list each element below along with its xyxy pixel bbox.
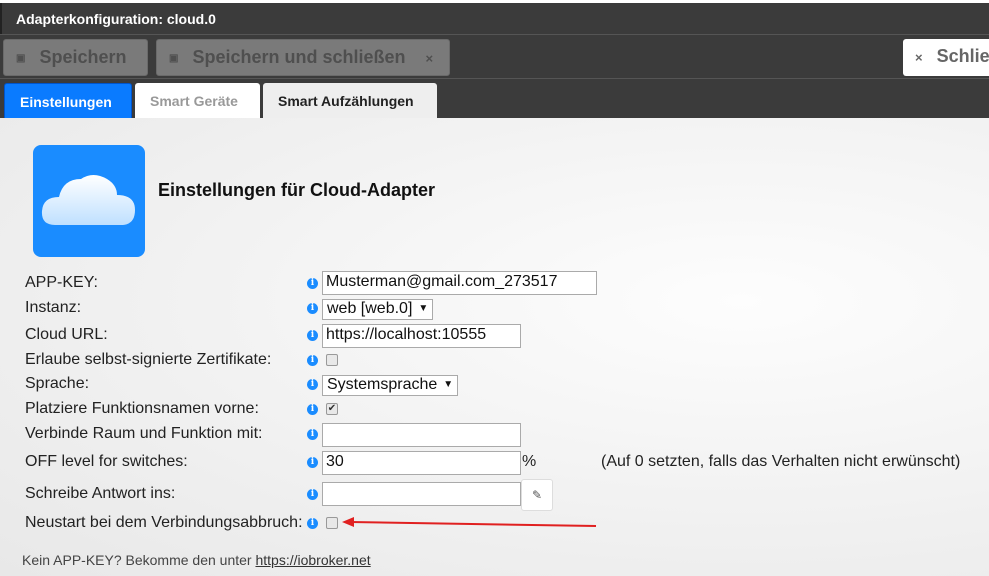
app-key-label: APP-KEY: xyxy=(25,274,98,291)
cloud-logo xyxy=(33,145,145,257)
off-level-hint: (Auf 0 setzten, falls das Verhalten nich… xyxy=(601,453,961,470)
footer-text: Kein APP-KEY? Bekomme den unter xyxy=(22,552,256,568)
close-icon: × xyxy=(915,50,923,65)
save-icon: ▣ xyxy=(169,52,179,64)
instance-select[interactable]: web [web.0] ▼ xyxy=(322,299,434,320)
func-first-checkbox[interactable]: ✔ xyxy=(326,403,338,415)
window-title: Adapterkonfiguration: cloud.0 xyxy=(0,3,989,34)
app-key-input[interactable]: Musterman@gmail.com_273517 xyxy=(322,271,597,295)
info-icon[interactable]: i xyxy=(307,404,318,415)
info-icon[interactable]: i xyxy=(307,518,318,529)
red-arrow-annotation xyxy=(342,517,597,527)
close-button[interactable]: × Schließen xyxy=(903,39,989,76)
self-signed-checkbox[interactable] xyxy=(326,354,338,366)
instance-label: Instanz: xyxy=(25,299,82,316)
edit-button[interactable]: ✎ xyxy=(521,479,553,511)
cloud-icon xyxy=(41,175,135,225)
info-icon[interactable]: i xyxy=(307,429,318,440)
tab-smart-aufzaehlungen[interactable]: Smart Aufzählungen xyxy=(263,83,437,119)
concat-input[interactable] xyxy=(322,423,521,447)
func-first-label: Platziere Funktionsnamen vorne: xyxy=(25,400,259,417)
language-value: Systemsprache xyxy=(327,376,438,393)
footer-note: Kein APP-KEY? Bekomme den unter https://… xyxy=(22,552,371,568)
instance-value: web [web.0] xyxy=(327,300,413,317)
language-select[interactable]: Systemsprache ▼ xyxy=(322,375,459,396)
info-icon[interactable]: i xyxy=(307,379,318,390)
tab-smart-geraete[interactable]: Smart Geräte xyxy=(135,83,260,119)
response-input[interactable] xyxy=(322,482,521,506)
off-level-label: OFF level for switches: xyxy=(25,453,188,470)
save-button[interactable]: ▣ Speichern xyxy=(3,39,148,76)
close-label: Schließen xyxy=(936,46,989,66)
save-label: Speichern xyxy=(39,47,127,67)
info-icon[interactable]: i xyxy=(307,489,318,500)
info-icon[interactable]: i xyxy=(307,303,318,314)
save-close-button[interactable]: ▣ Speichern und schließen × xyxy=(156,39,450,76)
pencil-icon: ✎ xyxy=(531,488,543,502)
caret-down-icon: ▼ xyxy=(443,379,454,391)
page-title: Einstellungen für Cloud-Adapter xyxy=(158,180,435,200)
restart-label: Neustart bei dem Verbindungsabbruch: xyxy=(25,514,303,531)
cloud-url-input[interactable]: https://localhost:10555 xyxy=(322,324,521,348)
caret-down-icon: ▼ xyxy=(418,303,429,315)
info-icon[interactable]: i xyxy=(307,457,318,468)
info-icon[interactable]: i xyxy=(307,278,318,289)
iobroker-link[interactable]: https://iobroker.net xyxy=(255,552,370,568)
concat-label: Verbinde Raum und Funktion mit: xyxy=(25,425,263,442)
info-icon[interactable]: i xyxy=(307,355,318,366)
tab-einstellungen[interactable]: Einstellungen xyxy=(4,83,132,119)
toolbar: ▣ Speichern ▣ Speichern und schließen × × Sc… xyxy=(0,34,989,78)
save-icon: ▣ xyxy=(16,52,26,64)
restart-checkbox[interactable] xyxy=(326,517,338,529)
info-icon[interactable]: i xyxy=(307,330,318,341)
cloud-url-label: Cloud URL: xyxy=(25,326,108,343)
percent-unit: % xyxy=(522,453,537,470)
self-signed-label: Erlaube selbst-signierte Zertifikate: xyxy=(25,351,272,368)
close-icon: × xyxy=(425,51,434,66)
language-label: Sprache: xyxy=(25,375,90,392)
response-label: Schreibe Antwort ins: xyxy=(25,485,176,502)
save-close-label: Speichern und schließen xyxy=(192,47,406,67)
off-level-input[interactable]: 30 xyxy=(322,451,521,475)
tab-bar: Einstellungen Smart Geräte Smart Aufzähl… xyxy=(0,78,989,119)
